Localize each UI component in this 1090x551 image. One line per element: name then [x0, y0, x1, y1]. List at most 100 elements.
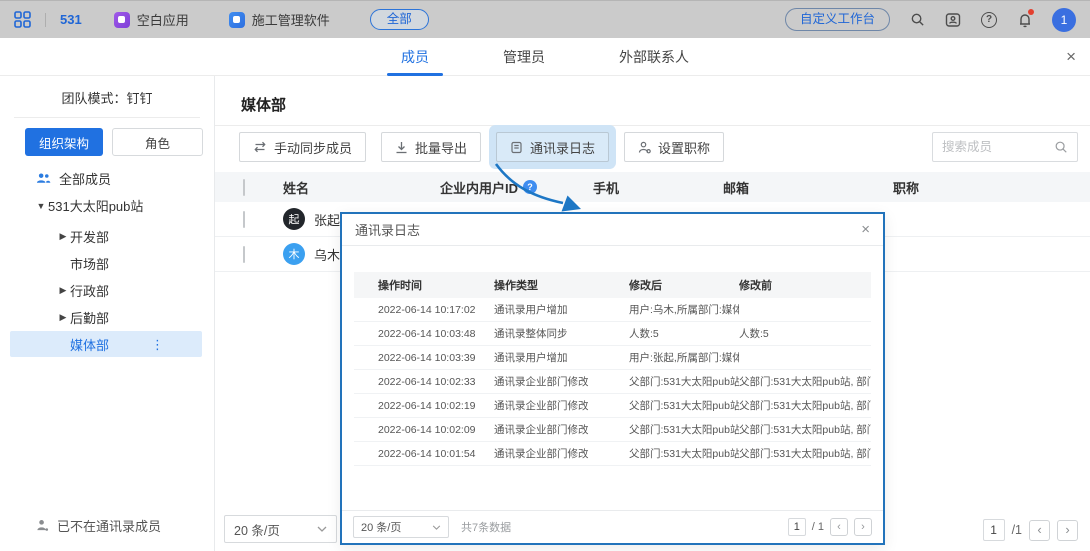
app-window: 531 空白应用 施工管理软件 全部 自定义工作台 ?	[0, 0, 1090, 551]
member-search	[932, 132, 1078, 162]
modal-footer: 20 条/页 共7条数据 1 / 1 ‹ ›	[342, 510, 883, 543]
tree-item-label: 后勤部	[70, 308, 109, 327]
search-input[interactable]	[942, 140, 1048, 154]
log-row: 2022-06-14 10:02:33通讯录企业部门修改 父部门:531大太阳p…	[354, 370, 871, 394]
customize-workbench-button[interactable]: 自定义工作台	[785, 8, 890, 31]
tab-external-contacts[interactable]: 外部联系人	[611, 38, 697, 76]
modal-pager: 1 / 1 ‹ ›	[788, 518, 872, 536]
modal-title: 通讯录日志	[355, 220, 420, 239]
app-tab-construction[interactable]: 施工管理软件	[229, 10, 330, 29]
member-name: 乌木	[314, 245, 340, 264]
prev-page-button[interactable]: ‹	[1029, 520, 1050, 541]
contacts-log-modal: 通讯录日志 × 操作时间 操作类型 修改后 修改前 2022-06-14 10:…	[340, 212, 885, 545]
org-structure-button[interactable]: 组织架构	[25, 128, 103, 156]
chevron-right-icon[interactable]: ▶	[56, 312, 70, 323]
tree-item-admin-dept[interactable]: ▶ 行政部	[0, 277, 214, 304]
page-size-select[interactable]: 20 条/页	[224, 515, 337, 543]
row-checkbox[interactable]	[243, 211, 245, 228]
col-before: 修改前	[739, 277, 871, 293]
tab-members[interactable]: 成员	[393, 38, 437, 76]
tree-item-root[interactable]: ▼ 531大太阳pub站	[0, 192, 214, 219]
notifications-bell-icon[interactable]	[1016, 11, 1034, 29]
not-in-contacts-link[interactable]: 已不在通讯录成员	[36, 516, 161, 535]
section-tabs: 成员 管理员 外部联系人 ×	[0, 38, 1090, 76]
total-count-label: 共7条数据	[461, 519, 511, 535]
user-avatar[interactable]: 1	[1052, 8, 1076, 32]
divider	[215, 125, 1090, 126]
contacts-log-button[interactable]: 通讯录日志	[496, 132, 609, 162]
log-row: 2022-06-14 10:01:54通讯录企业部门修改 父部门:531大太阳p…	[354, 442, 871, 466]
workspace-id[interactable]: 531	[60, 12, 82, 27]
top-bar-right: 自定义工作台 ? 1	[785, 8, 1076, 32]
chevron-right-icon[interactable]: ▶	[56, 231, 70, 242]
link-label: 已不在通讯录成员	[57, 516, 161, 535]
apps-grid-icon[interactable]	[14, 11, 31, 28]
col-title: 职称	[893, 178, 1090, 197]
role-button[interactable]: 角色	[112, 128, 203, 156]
tree-item-label: 行政部	[70, 281, 109, 300]
sync-arrows-icon	[253, 141, 267, 153]
col-op-time: 操作时间	[354, 277, 494, 293]
top-bar-left: 531 空白应用 施工管理软件 全部	[14, 9, 429, 30]
person-gear-icon	[638, 141, 651, 154]
close-icon[interactable]: ×	[1066, 38, 1076, 76]
tree-item-media[interactable]: 媒体部 ⋮	[0, 331, 214, 358]
select-all-checkbox[interactable]	[243, 179, 245, 196]
tree-item-label: 全部成员	[59, 169, 111, 188]
app-tab-label: 施工管理软件	[252, 10, 330, 29]
log-row: 2022-06-14 10:02:09通讯录企业部门修改 父部门:531大太阳p…	[354, 418, 871, 442]
col-after: 修改后	[629, 277, 739, 293]
tree-item-label: 市场部	[70, 254, 109, 273]
chevron-down-icon	[317, 526, 327, 532]
log-table-header: 操作时间 操作类型 修改后 修改前	[354, 272, 871, 298]
member-name: 张起	[314, 210, 340, 229]
contacts-icon[interactable]	[944, 11, 962, 29]
chevron-right-icon[interactable]: ▶	[56, 285, 70, 296]
notification-dot	[1028, 9, 1034, 15]
log-row: 2022-06-14 10:17:02通讯录用户增加 用户:乌木,所属部门:媒体…	[354, 298, 871, 322]
log-row: 2022-06-14 10:02:19通讯录企业部门修改 父部门:531大太阳p…	[354, 394, 871, 418]
button-label: 批量导出	[415, 138, 467, 157]
search-icon[interactable]	[1054, 140, 1068, 154]
next-page-button[interactable]: ›	[854, 518, 872, 536]
button-label: 设置职称	[658, 138, 710, 157]
log-table: 操作时间 操作类型 修改后 修改前 2022-06-14 10:17:02通讯录…	[354, 272, 871, 466]
button-label: 通讯录日志	[530, 138, 595, 157]
tree-item-all-members[interactable]: 全部成员	[0, 165, 214, 192]
set-job-title-button[interactable]: 设置职称	[624, 132, 724, 162]
tab-admins[interactable]: 管理员	[495, 38, 553, 76]
chevron-down-icon[interactable]: ▼	[34, 201, 48, 211]
help-icon[interactable]: ?	[980, 11, 998, 29]
prev-page-button[interactable]: ‹	[830, 518, 848, 536]
batch-export-button[interactable]: 批量导出	[381, 132, 481, 162]
app-tab-blank[interactable]: 空白应用	[114, 10, 189, 29]
manual-sync-button[interactable]: 手动同步成员	[239, 132, 366, 162]
close-icon[interactable]: ×	[861, 221, 870, 238]
help-badge-icon[interactable]: ?	[523, 180, 537, 194]
search-icon[interactable]	[908, 11, 926, 29]
avatar: 木	[283, 243, 305, 265]
team-mode-label: 团队模式：钉钉	[0, 88, 214, 107]
tree-item-label: 531大太阳pub站	[48, 196, 143, 215]
tree-item-market[interactable]: 市场部	[0, 250, 214, 277]
current-page-box[interactable]: 1	[788, 518, 806, 536]
row-checkbox[interactable]	[243, 246, 245, 263]
download-icon	[395, 141, 408, 154]
total-pages-label: / 1	[812, 521, 824, 533]
tree-item-label: 开发部	[70, 227, 109, 246]
construction-app-icon	[229, 12, 245, 28]
modal-header: 通讯录日志 ×	[342, 214, 883, 246]
avatar: 起	[283, 208, 305, 230]
people-icon	[36, 172, 51, 185]
current-page-box[interactable]: 1	[983, 519, 1005, 541]
app-tab-label: 空白应用	[137, 10, 189, 29]
page-size-value: 20 条/页	[234, 520, 280, 539]
blank-app-icon	[114, 12, 130, 28]
modal-page-size-select[interactable]: 20 条/页	[353, 516, 449, 538]
filter-all-pill[interactable]: 全部	[370, 9, 429, 30]
tree-item-logistics[interactable]: ▶ 后勤部	[0, 304, 214, 331]
next-page-button[interactable]: ›	[1057, 520, 1078, 541]
tree-item-dev[interactable]: ▶ 开发部	[0, 223, 214, 250]
more-icon[interactable]: ⋮	[151, 337, 165, 353]
button-label: 手动同步成员	[274, 138, 352, 157]
